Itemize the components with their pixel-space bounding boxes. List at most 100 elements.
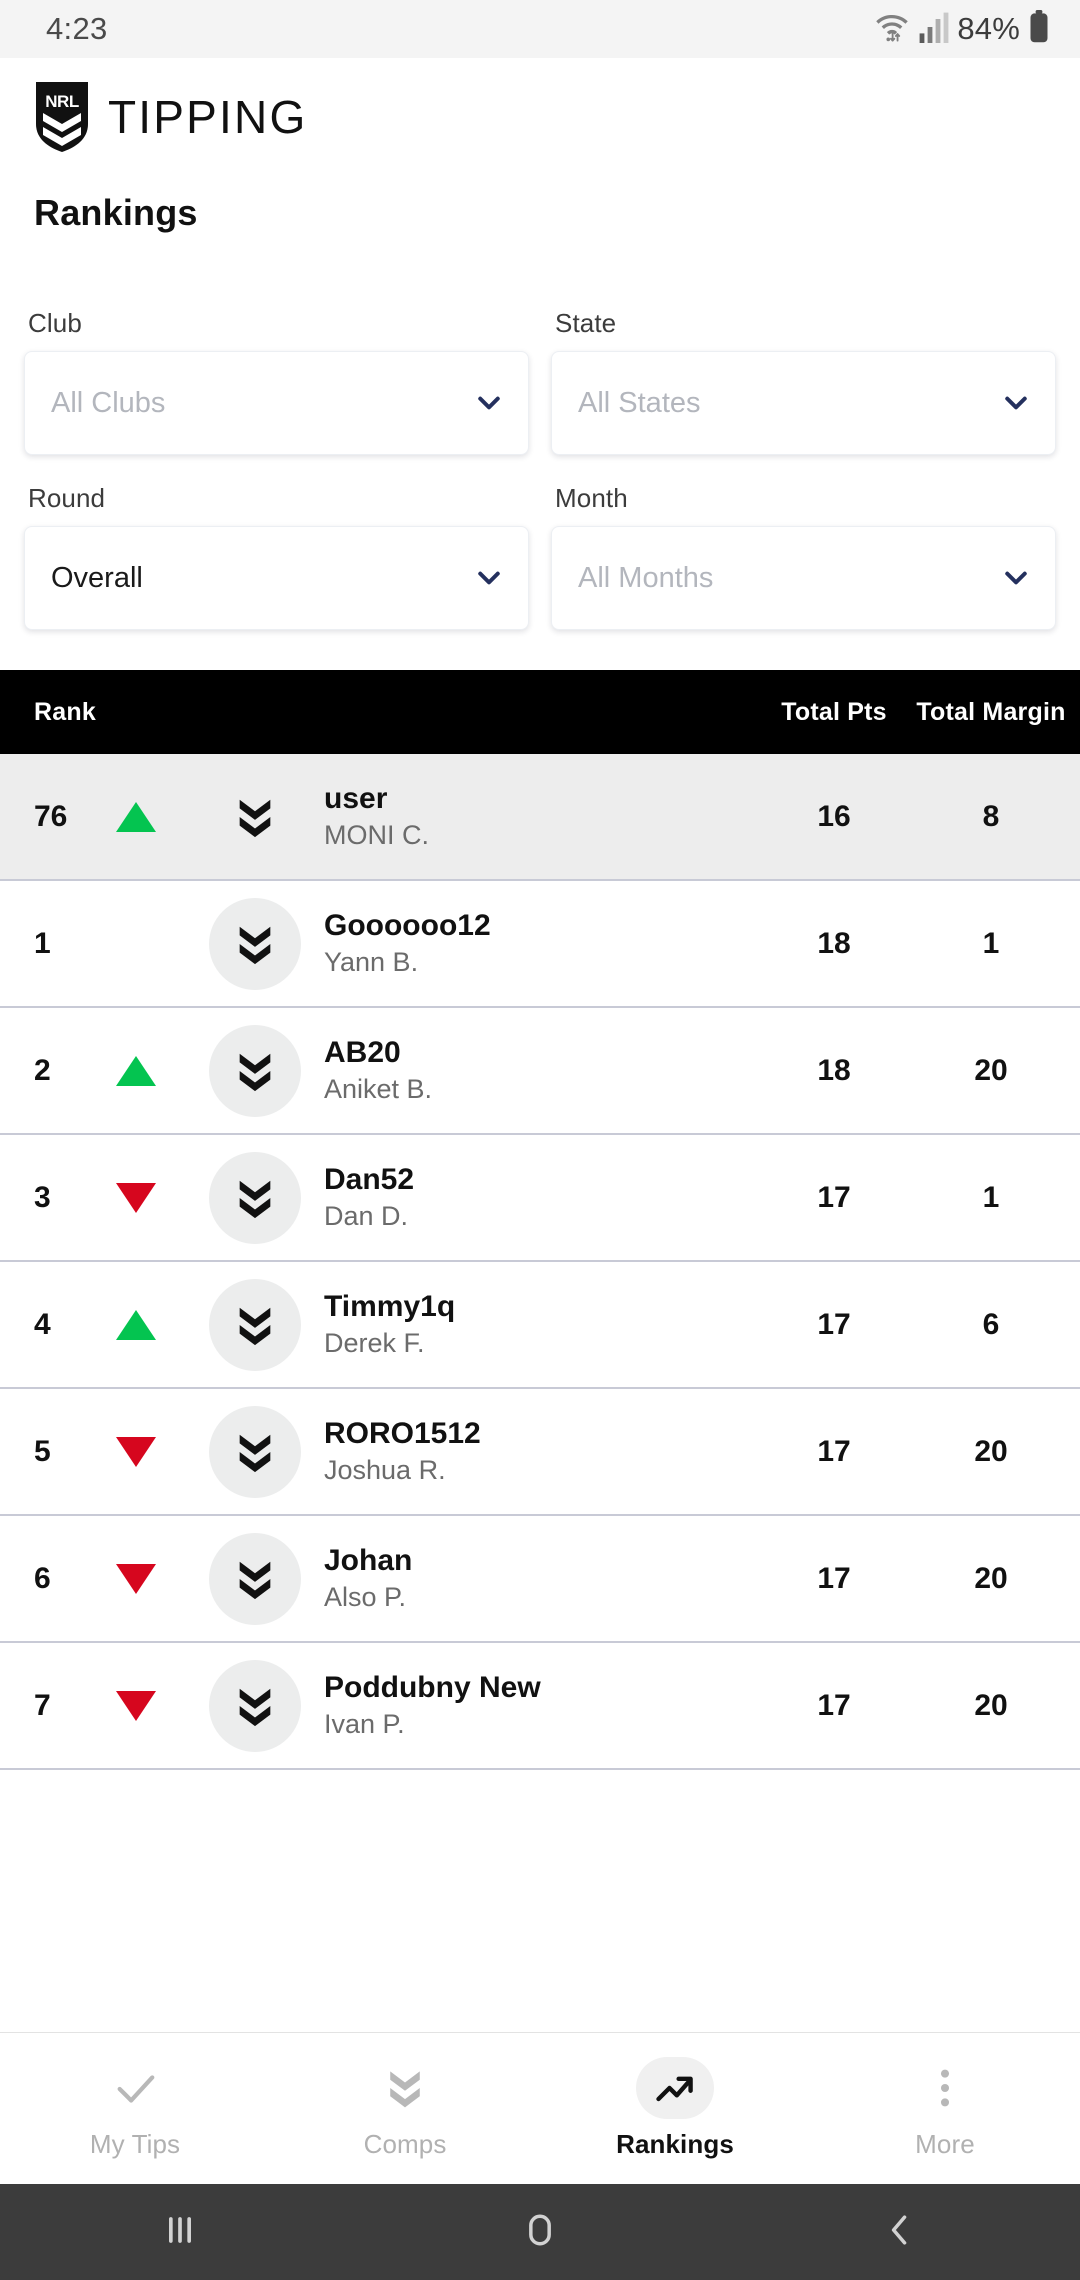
table-row[interactable]: 6 Johan Also P. 17 20 — [0, 1516, 1080, 1643]
nrl-shield-logo-icon: NRL — [34, 80, 90, 154]
rank-movement — [116, 801, 200, 832]
nav-item-label: Comps — [363, 2129, 447, 2159]
avatar — [200, 1151, 310, 1244]
username: RORO1512 — [324, 1416, 481, 1450]
filter-state-label: State — [555, 308, 617, 338]
player-identity: user MONI C. — [310, 782, 758, 852]
nrl-chevron-avatar-icon — [209, 1532, 301, 1625]
filter-row-1: Club All Clubs State All States — [24, 308, 1056, 455]
rank-down-icon — [116, 1563, 156, 1594]
home-icon — [518, 2208, 562, 2257]
rank-movement — [116, 1182, 200, 1213]
total-margin-value: 1 — [982, 1180, 1000, 1214]
nrl-chevron-avatar-icon — [209, 1278, 301, 1371]
rank-up-icon — [116, 801, 156, 832]
round-select[interactable]: Overall — [24, 526, 529, 630]
rank-value: 6 — [34, 1561, 51, 1595]
rank-movement — [116, 1055, 200, 1086]
svg-text:NRL: NRL — [45, 92, 79, 111]
username: user — [324, 781, 388, 815]
total-pts-value: 17 — [817, 1307, 851, 1341]
bottom-navigation: My Tips Comps Rankings More — [0, 2032, 1080, 2184]
avatar — [200, 771, 310, 863]
table-row[interactable]: 1 Goooooo12 Yann B. 18 1 — [0, 881, 1080, 1008]
real-name: Ivan P. — [324, 1709, 405, 1740]
nrl-chevron-avatar-icon — [209, 1151, 301, 1244]
page-title: Rankings — [34, 192, 198, 233]
filter-club: Club All Clubs — [24, 308, 529, 455]
avatar — [200, 897, 310, 990]
filter-round-label: Round — [28, 483, 106, 513]
avatar — [200, 1659, 310, 1752]
android-system-nav — [0, 2184, 1080, 2280]
check-icon — [96, 2057, 174, 2119]
rank-value: 5 — [34, 1434, 51, 1468]
total-margin-value: 20 — [974, 1053, 1008, 1087]
filter-month-label: Month — [555, 483, 628, 513]
nav-item-label: My Tips — [89, 2129, 181, 2159]
filters-section: Club All Clubs State All States Round Ov… — [0, 234, 1080, 630]
rank-down-icon — [116, 1436, 156, 1467]
back-button[interactable] — [720, 2208, 1080, 2257]
rank-value: 7 — [34, 1688, 51, 1722]
player-identity: RORO1512 Joshua R. — [310, 1417, 758, 1487]
table-row-current-user[interactable]: 76 user MONI C. 16 8 — [0, 754, 1080, 881]
total-margin-value: 20 — [974, 1434, 1008, 1468]
total-pts-value: 17 — [817, 1688, 851, 1722]
table-row[interactable]: 3 Dan52 Dan D. 17 1 — [0, 1135, 1080, 1262]
recents-button[interactable] — [0, 2208, 360, 2257]
total-margin-value: 20 — [974, 1561, 1008, 1595]
signal-bars-icon — [919, 11, 949, 48]
wifi-icon — [873, 10, 911, 49]
rank-movement — [116, 1436, 200, 1467]
player-identity: Goooooo12 Yann B. — [310, 909, 758, 979]
battery-icon — [1028, 9, 1050, 49]
filter-club-label: Club — [28, 308, 82, 338]
total-margin-value: 20 — [974, 1688, 1008, 1722]
avatar — [200, 1405, 310, 1498]
player-identity: Timmy1q Derek F. — [310, 1290, 758, 1360]
state-select[interactable]: All States — [551, 351, 1056, 455]
month-select[interactable]: All Months — [551, 526, 1056, 630]
status-indicators: 84% — [873, 9, 1050, 49]
column-header-total-margin: Total Margin — [916, 697, 1066, 726]
table-row[interactable]: 7 Poddubny New Ivan P. 17 20 — [0, 1643, 1080, 1770]
nav-item-label: More — [915, 2129, 975, 2159]
home-button[interactable] — [360, 2208, 720, 2257]
real-name: Dan D. — [324, 1201, 409, 1232]
chevron-down-icon — [474, 388, 504, 418]
filter-state: State All States — [551, 308, 1056, 455]
state-select-value: All States — [578, 386, 701, 419]
rank-movement — [116, 1563, 200, 1594]
real-name: Yann B. — [324, 947, 419, 978]
avatar — [200, 1278, 310, 1371]
table-row[interactable]: 2 AB20 Aniket B. 18 20 — [0, 1008, 1080, 1135]
total-margin-value: 8 — [982, 799, 1000, 833]
nav-item-rankings[interactable]: Rankings — [540, 2033, 810, 2184]
double-chevron-icon — [366, 2057, 444, 2119]
total-margin-value: 6 — [982, 1307, 1000, 1341]
three-dots-icon — [906, 2057, 984, 2119]
username: AB20 — [324, 1035, 401, 1069]
total-margin-value: 1 — [982, 926, 1000, 960]
chevron-down-icon — [1001, 388, 1031, 418]
rank-up-icon — [116, 1309, 156, 1340]
rank-value: 4 — [34, 1307, 51, 1341]
round-select-value: Overall — [51, 561, 143, 594]
recents-icon — [158, 2208, 202, 2257]
table-row[interactable]: 4 Timmy1q Derek F. 17 6 — [0, 1262, 1080, 1389]
nav-item-more[interactable]: More — [810, 2033, 1080, 2184]
back-icon — [878, 2208, 922, 2257]
table-row[interactable]: 5 RORO1512 Joshua R. 17 20 — [0, 1389, 1080, 1516]
club-select-value: All Clubs — [51, 386, 166, 419]
nav-item-my-tips[interactable]: My Tips — [0, 2033, 270, 2184]
nav-item-comps[interactable]: Comps — [270, 2033, 540, 2184]
real-name: Derek F. — [324, 1328, 425, 1359]
club-select[interactable]: All Clubs — [24, 351, 529, 455]
total-pts-value: 16 — [817, 799, 851, 833]
filter-row-2: Round Overall Month All Months — [24, 483, 1056, 630]
table-header-row: Rank Total Pts Total Margin — [0, 670, 1080, 754]
chevron-down-icon — [474, 563, 504, 593]
status-time: 4:23 — [46, 11, 108, 46]
brand-header: NRL TIPPING — [0, 58, 1080, 154]
